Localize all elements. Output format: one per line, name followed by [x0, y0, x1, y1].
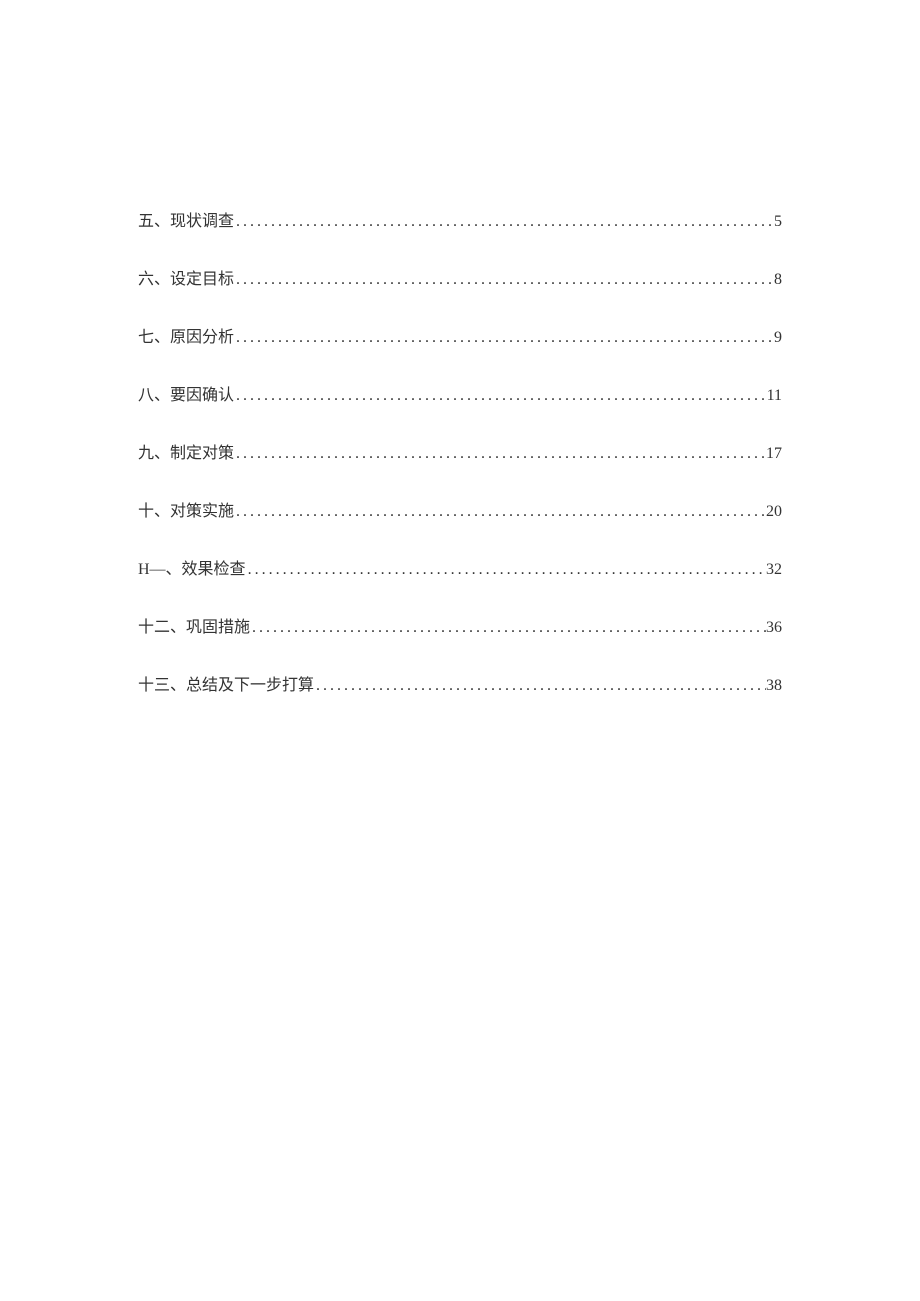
toc-page-number: 8	[774, 268, 782, 292]
toc-label: 九、制定对策	[138, 442, 234, 466]
toc-page-number: 11	[767, 384, 782, 408]
toc-label: 十、对策实施	[138, 500, 234, 524]
toc-entry: 七、原因分析 9	[138, 326, 782, 350]
toc-page-number: 36	[766, 616, 782, 640]
toc-leader-dots	[246, 558, 766, 582]
toc-label: 五、现状调查	[138, 210, 234, 234]
toc-page-number: 38	[766, 674, 782, 698]
toc-page-number: 9	[774, 326, 782, 350]
toc-leader-dots	[250, 616, 766, 640]
toc-leader-dots	[234, 500, 766, 524]
toc-entry: 十三、总结及下一步打算 38	[138, 674, 782, 698]
toc-leader-dots	[234, 442, 766, 466]
toc-page-number: 17	[766, 442, 782, 466]
toc-leader-dots	[234, 326, 774, 350]
toc-label: 十二、巩固措施	[138, 616, 250, 640]
toc-label: H—、效果检查	[138, 558, 246, 582]
toc-leader-dots	[234, 384, 767, 408]
toc-entry: 十、对策实施 20	[138, 500, 782, 524]
toc-container: 五、现状调查 5 六、设定目标 8 七、原因分析 9 八、要因确认 11 九、制…	[138, 210, 782, 732]
toc-entry: 八、要因确认 11	[138, 384, 782, 408]
toc-entry: 九、制定对策 17	[138, 442, 782, 466]
toc-leader-dots	[234, 210, 774, 234]
toc-label: 七、原因分析	[138, 326, 234, 350]
toc-label: 八、要因确认	[138, 384, 234, 408]
toc-entry: 十二、巩固措施 36	[138, 616, 782, 640]
toc-entry: H—、效果检查 32	[138, 558, 782, 582]
toc-entry: 五、现状调查 5	[138, 210, 782, 234]
toc-leader-dots	[314, 674, 766, 698]
toc-page-number: 5	[774, 210, 782, 234]
toc-page-number: 20	[766, 500, 782, 524]
toc-leader-dots	[234, 268, 774, 292]
toc-entry: 六、设定目标 8	[138, 268, 782, 292]
toc-label: 十三、总结及下一步打算	[138, 674, 314, 698]
toc-page-number: 32	[766, 558, 782, 582]
toc-label: 六、设定目标	[138, 268, 234, 292]
